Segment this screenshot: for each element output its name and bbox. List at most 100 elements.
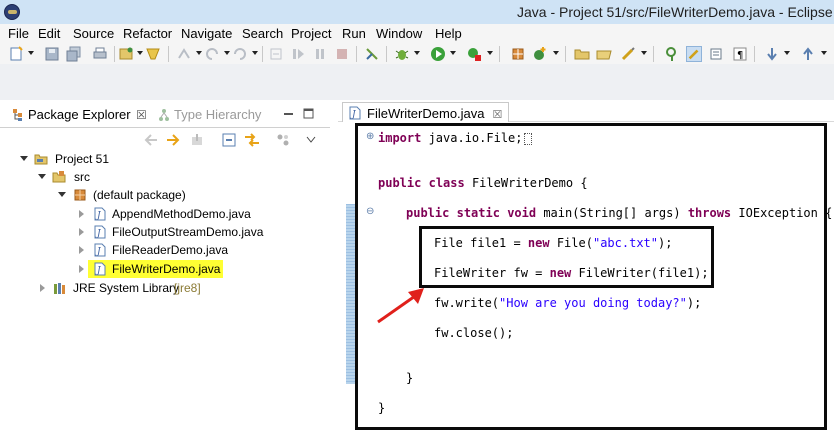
menu-bar: File Edit Source Refactor Navigate Searc… — [0, 24, 834, 44]
show-whitespace-icon[interactable]: ¶ — [732, 46, 748, 62]
perspective-bar — [0, 64, 834, 100]
new-java-project-icon[interactable] — [118, 46, 134, 62]
collapse-icon[interactable] — [40, 284, 45, 292]
menu-edit[interactable]: Edit — [38, 26, 60, 41]
disconnect-icon[interactable] — [364, 46, 380, 62]
new-dropdown-icon[interactable] — [28, 51, 34, 55]
back-dropdown-icon[interactable] — [224, 51, 230, 55]
svg-text:¶: ¶ — [737, 50, 743, 61]
search-dropdown-icon[interactable] — [641, 51, 647, 55]
collapse-icon[interactable] — [79, 246, 84, 254]
forward-icon[interactable] — [232, 46, 248, 62]
forward-dropdown-icon[interactable] — [252, 51, 258, 55]
back-arrow-icon[interactable] — [144, 134, 158, 146]
toolbar-separator — [356, 46, 357, 62]
open-type-icon[interactable] — [145, 46, 161, 62]
package-explorer-icon — [13, 109, 22, 121]
java-project-icon — [34, 154, 48, 165]
menu-source[interactable]: Source — [73, 26, 114, 41]
new-java-dropdown-icon[interactable] — [137, 51, 143, 55]
save-all-icon[interactable] — [66, 46, 82, 62]
collapse-all-icon[interactable] — [222, 133, 236, 147]
tree-item-file[interactable]: J AppendMethodDemo.java — [0, 205, 330, 223]
toolbar-separator — [565, 46, 566, 62]
tree-item-file[interactable]: J FileReaderDemo.java — [0, 241, 330, 259]
tree-item-file[interactable]: J FileOutputStreamDemo.java — [0, 223, 330, 241]
tree-item-project[interactable]: Project 51 — [0, 150, 330, 168]
next-edit-dropdown-icon[interactable] — [784, 51, 790, 55]
suspend-icon[interactable] — [312, 46, 328, 62]
minimize-icon[interactable] — [283, 108, 294, 119]
menu-refactor[interactable]: Refactor — [123, 26, 172, 41]
tree-item-file-selected[interactable]: J FileWriterDemo.java — [0, 260, 330, 278]
menu-run[interactable]: Run — [342, 26, 366, 41]
next-annotation-icon[interactable] — [176, 46, 192, 62]
java-file-icon: J — [349, 106, 361, 120]
window-title: Java - Project 51/src/FileWriterDemo.jav… — [517, 4, 833, 20]
next-annotation-dropdown-icon[interactable] — [196, 51, 202, 55]
toggle-highlight-icon[interactable] — [686, 46, 702, 62]
expand-icon[interactable] — [38, 174, 46, 179]
resume-icon[interactable] — [290, 46, 306, 62]
eclipse-logo-icon — [4, 4, 20, 20]
save-icon[interactable] — [44, 46, 60, 62]
menu-window[interactable]: Window — [376, 26, 422, 41]
menu-search[interactable]: Search — [242, 26, 283, 41]
view-menu-dropdown-icon[interactable] — [306, 136, 316, 143]
debug-dropdown-icon[interactable] — [414, 51, 420, 55]
next-edit-location-icon[interactable] — [764, 46, 780, 62]
editor-tab-close-icon[interactable]: ☒ — [493, 109, 503, 121]
new-class-dropdown-icon[interactable] — [553, 51, 559, 55]
coverage-dropdown-icon[interactable] — [487, 51, 493, 55]
tab-close-icon[interactable]: ☒ — [136, 108, 147, 122]
expand-icon[interactable] — [20, 156, 28, 161]
new-java-class-icon[interactable] — [531, 46, 547, 62]
collapse-icon[interactable] — [79, 265, 84, 273]
collapse-icon[interactable] — [79, 210, 84, 218]
selected-file-label: FileWriterDemo.java — [112, 262, 221, 276]
java-file-icon: J — [94, 262, 106, 276]
annotation-inner-frame — [419, 226, 714, 288]
tab-type-hierarchy-label: Type Hierarchy — [174, 107, 262, 122]
collapse-icon[interactable] — [79, 228, 84, 236]
menu-help[interactable]: Help — [435, 26, 462, 41]
coverage-icon[interactable] — [466, 46, 482, 62]
menu-project[interactable]: Project — [291, 26, 331, 41]
open-folder-icon[interactable] — [574, 46, 590, 62]
tree-item-src[interactable]: src — [0, 168, 330, 186]
menu-navigate[interactable]: Navigate — [181, 26, 232, 41]
toggle-block-selection-icon[interactable] — [708, 46, 724, 62]
package-explorer-toolbar — [0, 128, 330, 150]
print-icon[interactable] — [92, 46, 108, 62]
debug-icon[interactable] — [394, 46, 410, 62]
menu-file[interactable]: File — [8, 26, 29, 41]
toolbar-separator — [653, 46, 654, 62]
forward-arrow-icon[interactable] — [166, 134, 180, 146]
run-icon[interactable] — [430, 46, 446, 62]
tree-item-default-package[interactable]: (default package) — [0, 186, 330, 204]
terminate-icon[interactable] — [334, 46, 350, 62]
tree-item-jre[interactable]: JRE System Library [jre8] — [0, 279, 330, 297]
toolbar-separator — [168, 46, 169, 62]
jre-version: [jre8] — [174, 281, 201, 295]
back-icon[interactable] — [204, 46, 220, 62]
run-dropdown-icon[interactable] — [450, 51, 456, 55]
toggle-mark-occurrences-icon[interactable] — [664, 46, 680, 62]
link-with-editor-icon[interactable] — [244, 133, 260, 147]
java-file-icon: J — [94, 243, 106, 257]
editor-tab-row: J FileWriterDemo.java ☒ — [338, 100, 834, 122]
view-menu-icon[interactable] — [276, 133, 290, 147]
editor-tab[interactable]: J FileWriterDemo.java ☒ — [342, 102, 510, 122]
package-explorer-tab-row: Package Explorer ☒ Type Hierarchy — [0, 100, 330, 128]
expand-icon[interactable] — [58, 192, 66, 197]
new-java-package-icon[interactable] — [510, 46, 526, 62]
maximize-icon[interactable] — [303, 108, 314, 119]
open-task-icon[interactable] — [596, 46, 612, 62]
previous-edit-location-icon[interactable] — [800, 46, 816, 62]
previous-edit-dropdown-icon[interactable] — [821, 51, 827, 55]
up-icon[interactable] — [190, 133, 204, 147]
main-toolbar: ¶ — [0, 44, 834, 64]
skip-breakpoints-icon[interactable] — [268, 46, 284, 62]
new-icon[interactable] — [8, 46, 24, 62]
search-pencil-icon[interactable] — [620, 46, 636, 62]
